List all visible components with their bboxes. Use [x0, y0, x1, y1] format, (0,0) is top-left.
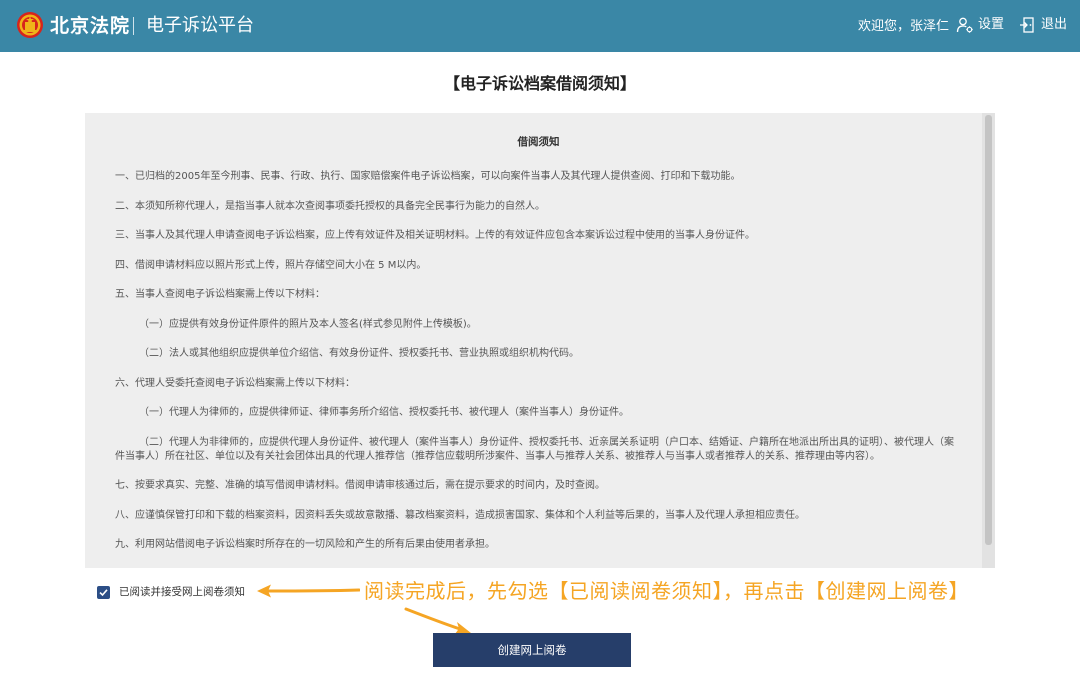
notice-paragraph: 五、当事人查阅电子诉讼档案需上传以下材料： — [115, 289, 325, 300]
notice-subparagraph: （一）代理人为律师的，应提供律师证、律师事务所介绍信、授权委托书、被代理人（案件… — [139, 407, 629, 418]
settings-link[interactable]: 设置 — [956, 16, 1004, 34]
notice-subparagraph: （二）代理人为非律师的，应提供代理人身份证件、被代理人（案件当事人）身份证件、授… — [115, 436, 954, 462]
checkmark-icon — [99, 588, 108, 596]
logout-link[interactable]: 退出 — [1019, 16, 1067, 34]
arrow-icon — [257, 584, 360, 598]
notice-subparagraph: （一）应提供有效身份证件原件的照片及本人签名(样式参见附件上传模板)。 — [139, 318, 477, 330]
platform-name: 电子诉讼平台 — [146, 15, 254, 36]
notice-paragraph: 九、利用网站借阅电子诉讼档案时所存在的一切风险和产生的所有后果由使用者承担。 — [115, 539, 495, 550]
logout-label: 退出 — [1041, 17, 1068, 32]
notice-paragraph: 七、按要求真实、完整、准确的填写借阅申请材料。借阅申请审核通过后，需在提示要求的… — [115, 480, 605, 491]
exit-door-icon — [1020, 17, 1034, 33]
welcome-user-text: 欢迎您，张泽仁 — [858, 19, 950, 34]
header-divider — [133, 17, 134, 35]
agree-row[interactable]: 已阅读并接受网上阅卷须知 — [97, 585, 245, 599]
notice-paragraph: 三、当事人及其代理人申请查阅电子诉讼档案，应上传有效证件及相关证明材料。上传的有… — [115, 230, 755, 241]
user-gear-icon — [956, 17, 973, 33]
notice-paragraph: 二、本须知所称代理人，是指当事人就本次查阅事项委托授权的具备完全民事行为能力的自… — [115, 200, 545, 212]
notice-paragraph: 四、借阅申请材料应以照片形式上传，照片存储空间大小在 5 M以内。 — [115, 259, 427, 271]
notice-scrollbar[interactable] — [982, 113, 995, 568]
page-title: 【电子诉讼档案借阅须知】 — [443, 74, 636, 93]
notice-paragraph: 八、应谨慎保管打印和下载的档案资料，因资料丢失或故意散播、篡改档案资料，造成损害… — [115, 509, 805, 521]
hint-text: 阅读完成后，先勾选【已阅读阅卷须知】，再点击【创建网上阅卷】 — [364, 579, 969, 603]
notice-subparagraph: （二）法人或其他组织应提供单位介绍信、有效身份证件、授权委托书、营业执照或组织机… — [139, 348, 579, 359]
agree-checkbox[interactable] — [97, 585, 110, 599]
notice-paragraph: 六、代理人受委托查阅电子诉讼档案需上传以下材料： — [115, 377, 355, 389]
notice-scroll-box[interactable]: 借阅须知 一、已归档的2005年至今刑事、民事、行政、执行、国家赔偿案件电子诉讼… — [85, 113, 995, 568]
notice-paragraph: 一、已归档的2005年至今刑事、民事、行政、执行、国家赔偿案件电子诉讼档案，可以… — [115, 171, 741, 182]
notice-content: 借阅须知 一、已归档的2005年至今刑事、民事、行政、执行、国家赔偿案件电子诉讼… — [85, 113, 982, 568]
court-emblem-icon — [16, 11, 44, 39]
agree-label: 已阅读并接受网上阅卷须知 — [119, 586, 245, 598]
settings-label: 设置 — [978, 17, 1005, 32]
notice-heading: 借阅须知 — [517, 136, 560, 148]
arrow-icon — [404, 607, 471, 634]
scrollbar-thumb[interactable] — [985, 115, 992, 545]
top-navigation-bar: 北京法院 电子诉讼平台 欢迎您，张泽仁 设置 退出 — [0, 0, 1080, 52]
court-brand-name: 北京法院 — [50, 15, 131, 37]
create-online-review-button[interactable]: 创建网上阅卷 — [433, 633, 631, 667]
